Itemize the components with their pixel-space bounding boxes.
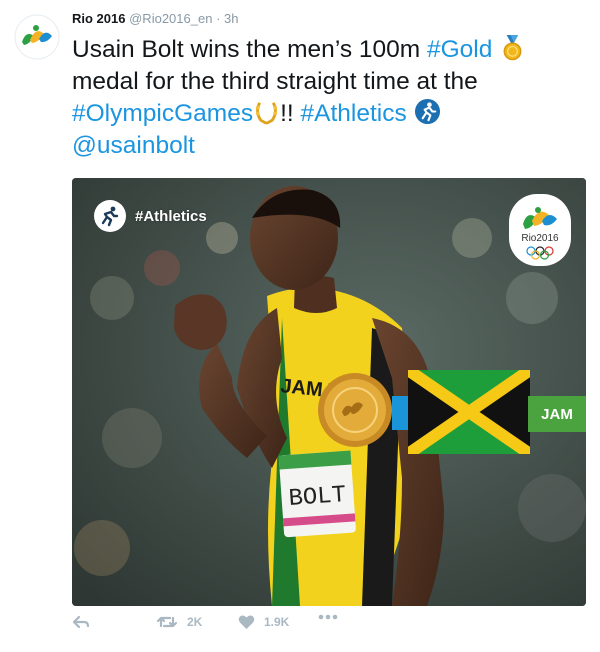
tweet: Rio 2016 @Rio2016_en · 3h Usain Bolt win… bbox=[0, 0, 600, 652]
rio-olympic-logo-icon: Rio2016 bbox=[521, 207, 559, 260]
tweet-text-part: !! bbox=[280, 100, 301, 127]
jamaica-flag-icon bbox=[408, 370, 530, 454]
heart-icon bbox=[238, 615, 255, 629]
more-icon bbox=[318, 614, 338, 620]
gold-medal-graphic bbox=[318, 373, 392, 447]
athletics-badge-label: #Athletics bbox=[135, 207, 207, 225]
bib-text: BOLT bbox=[288, 482, 347, 513]
reply-button[interactable] bbox=[72, 614, 90, 630]
retweet-button[interactable]: 2K bbox=[156, 614, 202, 630]
tweet-text: Usain Bolt wins the men’s 100m #Gold med… bbox=[72, 34, 582, 162]
blue-accent-strip bbox=[392, 396, 408, 430]
tweet-header: Rio 2016 @Rio2016_en · 3h bbox=[72, 11, 239, 26]
more-button[interactable] bbox=[318, 614, 338, 620]
athletics-badge: #Athletics bbox=[94, 200, 207, 232]
runner-icon bbox=[94, 200, 126, 232]
like-count: 1.9K bbox=[264, 615, 290, 629]
athletics-hashflag-icon bbox=[414, 98, 440, 125]
author-name[interactable]: Rio 2016 bbox=[72, 11, 125, 26]
tweet-text-part: medal for the third straight time at the bbox=[72, 68, 478, 95]
author-handle[interactable]: @Rio2016_en bbox=[129, 11, 212, 26]
reply-icon bbox=[72, 615, 90, 629]
author-avatar[interactable] bbox=[14, 14, 60, 60]
hashtag-gold[interactable]: #Gold bbox=[427, 36, 492, 63]
laurel-wreath-icon bbox=[255, 102, 278, 125]
hashtag-athletics[interactable]: #Athletics bbox=[301, 100, 407, 127]
rio-logo-icon bbox=[14, 14, 60, 60]
logo-text: Rio2016 bbox=[521, 233, 559, 244]
mention-usainbolt[interactable]: @usainbolt bbox=[72, 132, 195, 159]
tweet-text-part: Usain Bolt wins the men’s 100m bbox=[72, 36, 427, 63]
separator-dot: · bbox=[216, 11, 221, 26]
tweet-photo[interactable]: JAMAICA BOLT #Athletics bbox=[72, 178, 586, 606]
like-button[interactable]: 1.9K bbox=[238, 614, 289, 630]
retweet-icon bbox=[156, 616, 178, 628]
gold-medal-icon bbox=[503, 34, 522, 61]
rio2016-logo: Rio2016 bbox=[509, 194, 571, 266]
retweet-count: 2K bbox=[187, 615, 203, 629]
country-code-tag: JAM bbox=[528, 396, 586, 432]
tweet-actions: 2K 1.9K bbox=[72, 614, 582, 640]
tweet-time[interactable]: 3h bbox=[224, 11, 238, 26]
hashtag-olympicgames[interactable]: #OlympicGames bbox=[72, 100, 253, 127]
